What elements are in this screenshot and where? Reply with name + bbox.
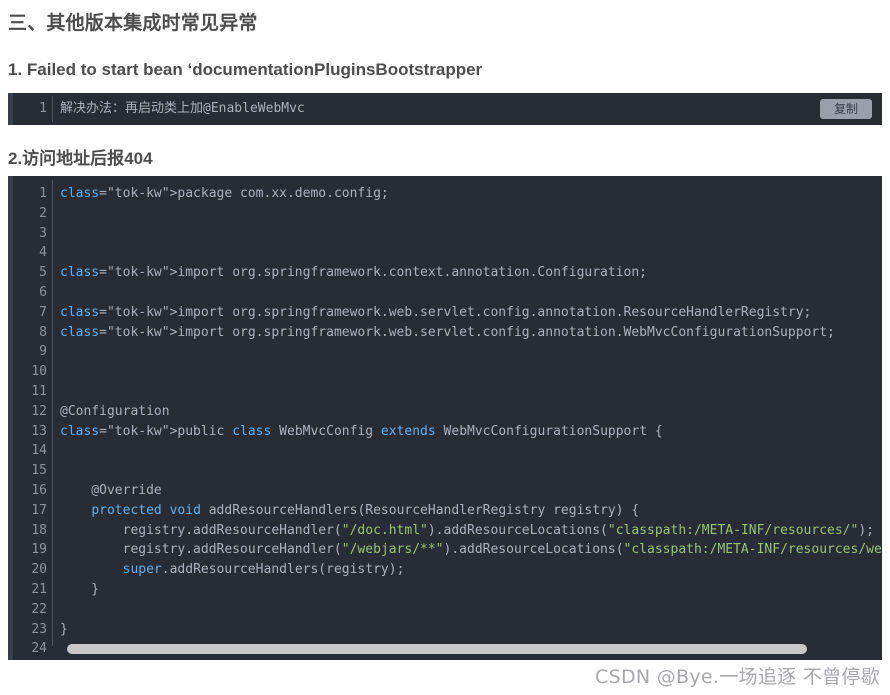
code-line: 8 class="tok-kw">import org.springframewo… [13, 323, 882, 343]
line-content: class="tok-kw">import org.springframewor… [60, 265, 648, 281]
line-content: class="tok-kw">import org.springframewor… [60, 304, 812, 320]
code-line: 23} [13, 620, 882, 640]
line-content: registry.addResourceHandler("/webjars/**… [60, 542, 882, 558]
code-line: 9 [13, 342, 882, 362]
line-content: } [60, 621, 68, 637]
line-number: 19 [31, 542, 47, 558]
line-number: 4 [39, 245, 47, 261]
section-heading-1: 1. Failed to start bean ‘documentationPl… [8, 60, 483, 79]
code-line: 17 protected void addResourceHandlers(Re… [13, 501, 882, 521]
horizontal-scrollbar-track[interactable] [53, 644, 874, 654]
code-line: 14 [13, 441, 882, 461]
code-block-webmvcconfig: 1 class="tok-kw">package com.xx.demo.conf… [8, 176, 882, 660]
line-content: super.addResourceHandlers(registry); [122, 562, 405, 578]
watermark-text: CSDN @Bye.一场追逐 不曾停歇 [595, 666, 880, 688]
line-number: 23 [31, 621, 47, 637]
code-line: 22 [13, 600, 882, 620]
line-number: 16 [31, 482, 47, 498]
line-number: 24 [31, 641, 47, 657]
line-content: registry.addResourceHandler("/doc.html")… [60, 522, 874, 538]
line-content: @Configuration [60, 403, 170, 419]
line-number: 3 [39, 225, 47, 241]
line-number: 9 [39, 344, 47, 360]
line-number: 17 [31, 502, 47, 518]
code-line: 18 registry.addResourceHandler("/doc.htm… [13, 521, 882, 541]
code-lines-solution[interactable]: 1 解决办法：再启动类上加@EnableWebMvc [13, 93, 882, 125]
code-line: 7 class="tok-kw">import org.springframewo… [13, 303, 882, 323]
line-number: 12 [31, 403, 47, 419]
line-number: 14 [31, 443, 47, 459]
line-content: class="tok-kw">package com.xx.demo.confi… [60, 186, 389, 201]
code-line: 3 [13, 224, 882, 244]
code-line: 4 [13, 243, 882, 263]
line-content: @Override [60, 482, 162, 498]
line-number: 8 [39, 324, 47, 340]
line-number: 22 [31, 601, 47, 617]
code-line: 10 [13, 362, 882, 382]
copy-button[interactable]: 复制 [820, 99, 872, 119]
line-content: 解决办法：再启动类上加@EnableWebMvc [60, 101, 305, 116]
line-content: class="tok-kw">public class WebMvcConfig… [60, 423, 663, 439]
line-content: class="tok-kw">import org.springframewor… [60, 324, 835, 340]
code-line: 21 } [13, 580, 882, 600]
line-number: 13 [31, 423, 47, 439]
code-line: 12 @Configuration [13, 402, 882, 422]
line-number: 10 [31, 364, 47, 380]
code-line: 1 class="tok-kw">package com.xx.demo.conf… [13, 184, 882, 204]
section-heading-2: 2.访问地址后报404 [8, 149, 153, 168]
code-line: 1 解决办法：再启动类上加@EnableWebMvc [13, 99, 882, 119]
article-page: 三、其他版本集成时常见异常 1. Failed to start bean ‘d… [0, 0, 890, 695]
line-number: 1 [39, 101, 47, 116]
code-line: 20 super.addResourceHandlers(registry); [13, 560, 882, 580]
code-line: 16 @Override [13, 481, 882, 501]
line-number: 20 [31, 562, 47, 578]
code-line: 6 [13, 283, 882, 303]
line-number: 15 [31, 463, 47, 479]
code-line: 11 [13, 382, 882, 402]
line-number: 2 [39, 205, 47, 221]
line-content: protected void addResourceHandlers(Resou… [91, 502, 640, 518]
page-title: 三、其他版本集成时常见异常 [8, 13, 258, 34]
line-content: } [60, 581, 100, 597]
line-number: 18 [31, 522, 47, 538]
code-line: 15 [13, 461, 882, 481]
code-line: 19 registry.addResourceHandler("/webjars… [13, 540, 882, 560]
line-number: 6 [39, 284, 47, 300]
code-line: 5 class="tok-kw">import org.springframewo… [13, 263, 882, 283]
line-number: 21 [31, 581, 47, 597]
line-number: 5 [39, 265, 47, 281]
horizontal-scrollbar-thumb[interactable] [67, 644, 807, 654]
code-block-solution: 1 解决办法：再启动类上加@EnableWebMvc 复制 [8, 93, 882, 125]
code-lines-webmvcconfig[interactable]: 1 class="tok-kw">package com.xx.demo.conf… [13, 176, 882, 660]
line-number: 7 [39, 304, 47, 320]
code-line: 13 class="tok-kw">public class WebMvcConf… [13, 422, 882, 442]
code-line: 2 [13, 204, 882, 224]
line-number: 11 [31, 383, 47, 399]
line-number: 1 [39, 186, 47, 201]
